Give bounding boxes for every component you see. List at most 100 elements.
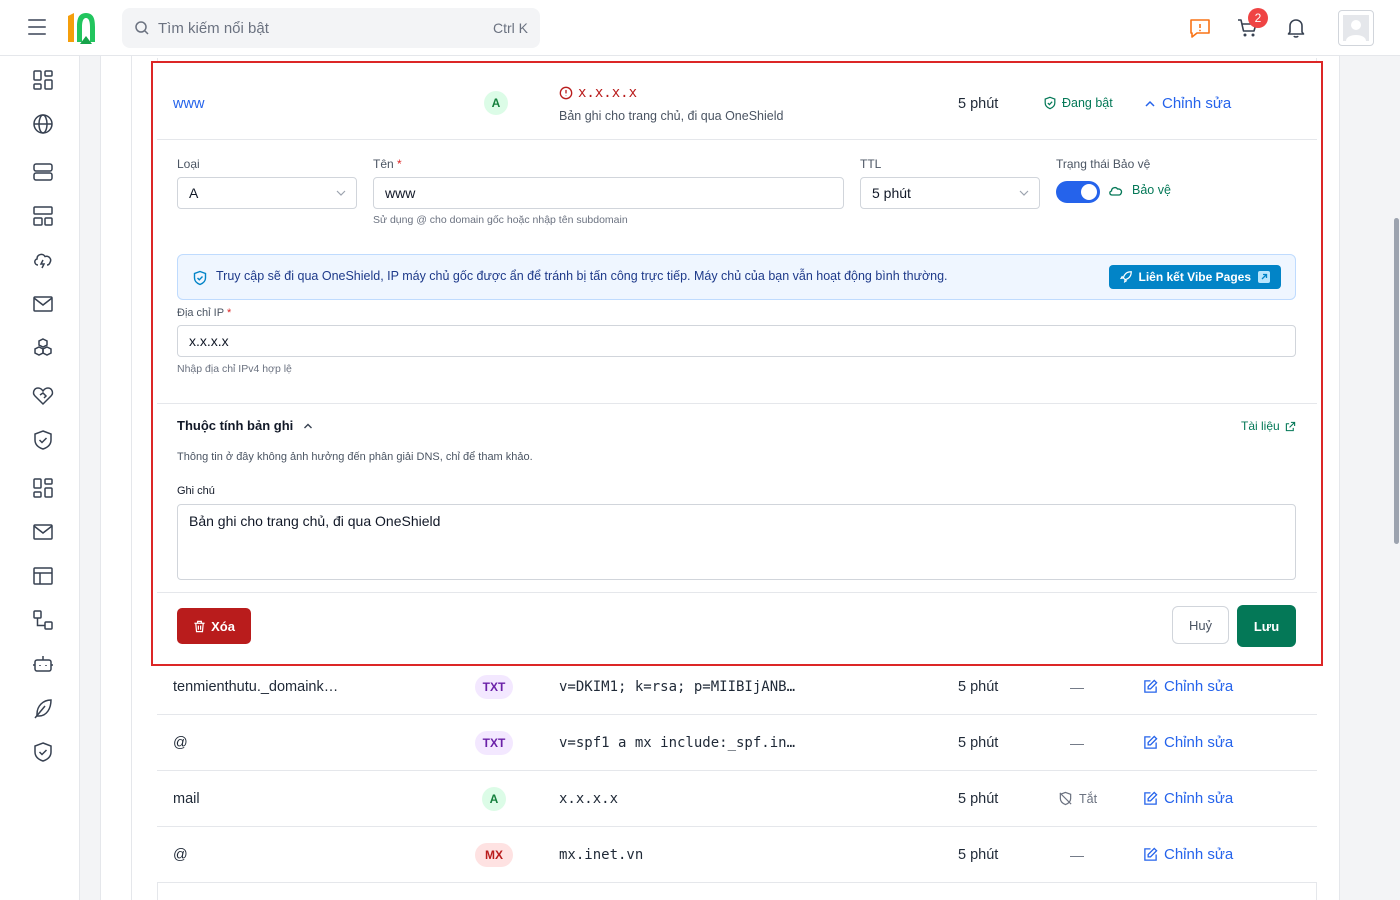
search-icon — [135, 21, 149, 35]
chevron-up-icon — [1145, 100, 1155, 107]
type-badge: TXT — [475, 674, 513, 699]
edit-record-button[interactable]: Chỉnh sửa — [1143, 846, 1233, 863]
apps-icon[interactable] — [31, 476, 55, 500]
record-name: mail — [173, 790, 200, 807]
edit-record-button[interactable]: Chỉnh sửa — [1143, 678, 1233, 695]
cancel-button[interactable]: Huỷ — [1172, 606, 1229, 644]
workflow-icon[interactable] — [31, 608, 55, 632]
table-row: tenmienthutu._domaink… TXT v=DKIM1; k=rs… — [157, 659, 1317, 715]
protect-value: Bảo vệ — [1132, 183, 1171, 197]
heart-handshake-icon[interactable] — [31, 384, 55, 408]
record-status: — — [1070, 734, 1084, 751]
protect-toggle[interactable] — [1056, 181, 1100, 203]
feedback-icon[interactable] — [1188, 16, 1212, 40]
mail-icon[interactable] — [31, 292, 55, 316]
vibe-pages-label: Liên kết Vibe Pages — [1138, 270, 1252, 284]
hosting-icon[interactable] — [31, 204, 55, 228]
trash-icon — [194, 620, 205, 632]
external-link-icon — [1285, 421, 1295, 431]
record-name: @ — [173, 846, 188, 863]
boxes-icon[interactable] — [31, 336, 55, 360]
name-label: Tên * — [373, 157, 402, 171]
search-shortcut: Ctrl K — [493, 20, 528, 36]
record-status: — — [1070, 846, 1084, 863]
edit-icon — [1144, 847, 1158, 861]
server-icon[interactable] — [31, 160, 55, 184]
save-button[interactable]: Lưu — [1237, 605, 1296, 647]
delete-button[interactable]: Xóa — [177, 608, 251, 644]
docs-link[interactable]: Tài liệu — [1241, 419, 1296, 433]
ttl-select[interactable]: 5 phút — [860, 177, 1040, 209]
search-placeholder: Tìm kiếm nổi bật — [158, 19, 269, 37]
edit-record-button[interactable]: Chỉnh sửa — [1143, 790, 1233, 807]
type-badge: MX — [475, 842, 513, 867]
name-input[interactable]: www — [373, 177, 844, 209]
scrollbar-thumb[interactable] — [1394, 218, 1399, 544]
avatar[interactable] — [1338, 10, 1374, 46]
layout-icon[interactable] — [31, 564, 55, 588]
record-ttl: 5 phút — [958, 678, 999, 695]
mail-icon[interactable] — [31, 520, 55, 544]
record-value: v=spf1 a mx include:_spf.in… — [559, 734, 796, 751]
search-bar[interactable]: Tìm kiếm nổi bật Ctrl K — [122, 8, 540, 48]
record-value: x.x.x.x — [578, 85, 638, 101]
edit-icon — [1144, 791, 1158, 805]
record-ttl: 5 phút — [958, 846, 999, 863]
bot-icon[interactable] — [31, 652, 55, 676]
record-status: — — [1070, 678, 1084, 695]
edit-record-button[interactable]: Chỉnh sửa — [1143, 734, 1233, 751]
shield-icon[interactable] — [31, 740, 55, 764]
logo-icon[interactable] — [64, 10, 104, 46]
cloud-lightning-icon[interactable] — [31, 248, 55, 272]
type-badge: A — [482, 786, 506, 811]
user-icon — [1343, 15, 1369, 41]
cart-badge: 2 — [1248, 8, 1268, 28]
type-select-value: A — [189, 185, 199, 201]
attributes-toggle[interactable]: Thuộc tính bản ghi — [177, 418, 313, 433]
delete-label: Xóa — [211, 618, 235, 634]
type-badge: A — [484, 91, 508, 115]
external-link-icon — [1258, 271, 1270, 283]
table-row: mail A x.x.x.x 5 phút Tắt Chỉnh sửa — [157, 771, 1317, 827]
sidebar — [0, 56, 80, 900]
attributes-title: Thuộc tính bản ghi — [177, 418, 294, 433]
note-textarea[interactable]: Bản ghi cho trang chủ, đi qua OneShield — [177, 504, 1296, 580]
type-select[interactable]: A — [177, 177, 357, 209]
ttl-select-value: 5 phút — [872, 185, 911, 201]
vibe-pages-button[interactable]: Liên kết Vibe Pages — [1108, 265, 1281, 289]
menu-icon[interactable] — [28, 19, 46, 35]
feather-icon[interactable] — [31, 696, 55, 720]
record-name: @ — [173, 734, 188, 751]
attributes-desc: Thông tin ở đây không ảnh hưởng đến phân… — [177, 451, 533, 463]
record-status: Tắt — [1079, 791, 1098, 806]
ip-input[interactable]: x.x.x.x — [177, 325, 1296, 357]
record-ttl: 5 phút — [958, 734, 999, 751]
ttl-label: TTL — [860, 157, 882, 171]
rocket-icon — [1119, 271, 1132, 284]
bell-icon[interactable] — [1284, 16, 1308, 40]
chevron-down-icon — [1019, 190, 1029, 196]
ip-label: Địa chỉ IP * — [177, 307, 232, 319]
record-status: Đang bật — [1062, 96, 1113, 110]
shield-check-icon[interactable] — [31, 428, 55, 452]
type-label: Loại — [177, 157, 200, 171]
record-ttl: 5 phút — [958, 96, 999, 112]
chevron-down-icon — [336, 190, 346, 196]
record-value: v=DKIM1; k=rsa; p=MIIBIjANB… — [559, 678, 796, 695]
type-badge: TXT — [475, 730, 513, 755]
name-hint: Sử dụng @ cho domain gốc hoặc nhập tên s… — [373, 214, 628, 226]
record-ttl: 5 phút — [958, 790, 999, 807]
shield-check-icon — [193, 270, 207, 286]
note-label: Ghi chú — [177, 485, 215, 497]
expanded-record-panel: www A x.x.x.x Bản ghi cho trang chủ, đi … — [151, 61, 1323, 666]
table-row: @ TXT v=spf1 a mx include:_spf.in… 5 phú… — [157, 715, 1317, 771]
dashboard-icon[interactable] — [31, 68, 55, 92]
record-name[interactable]: www — [173, 96, 204, 112]
globe-icon[interactable] — [31, 112, 55, 136]
top-bar: Tìm kiếm nổi bật Ctrl K 2 — [0, 0, 1400, 56]
docs-link-label: Tài liệu — [1241, 419, 1280, 433]
info-text: Truy cập sẽ đi qua OneShield, IP máy chủ… — [216, 269, 948, 283]
collapse-edit-button[interactable]: Chỉnh sửa — [1144, 95, 1231, 112]
protect-label: Trạng thái Bảo vệ — [1056, 157, 1151, 171]
record-name: tenmienthutu._domaink… — [173, 678, 339, 695]
